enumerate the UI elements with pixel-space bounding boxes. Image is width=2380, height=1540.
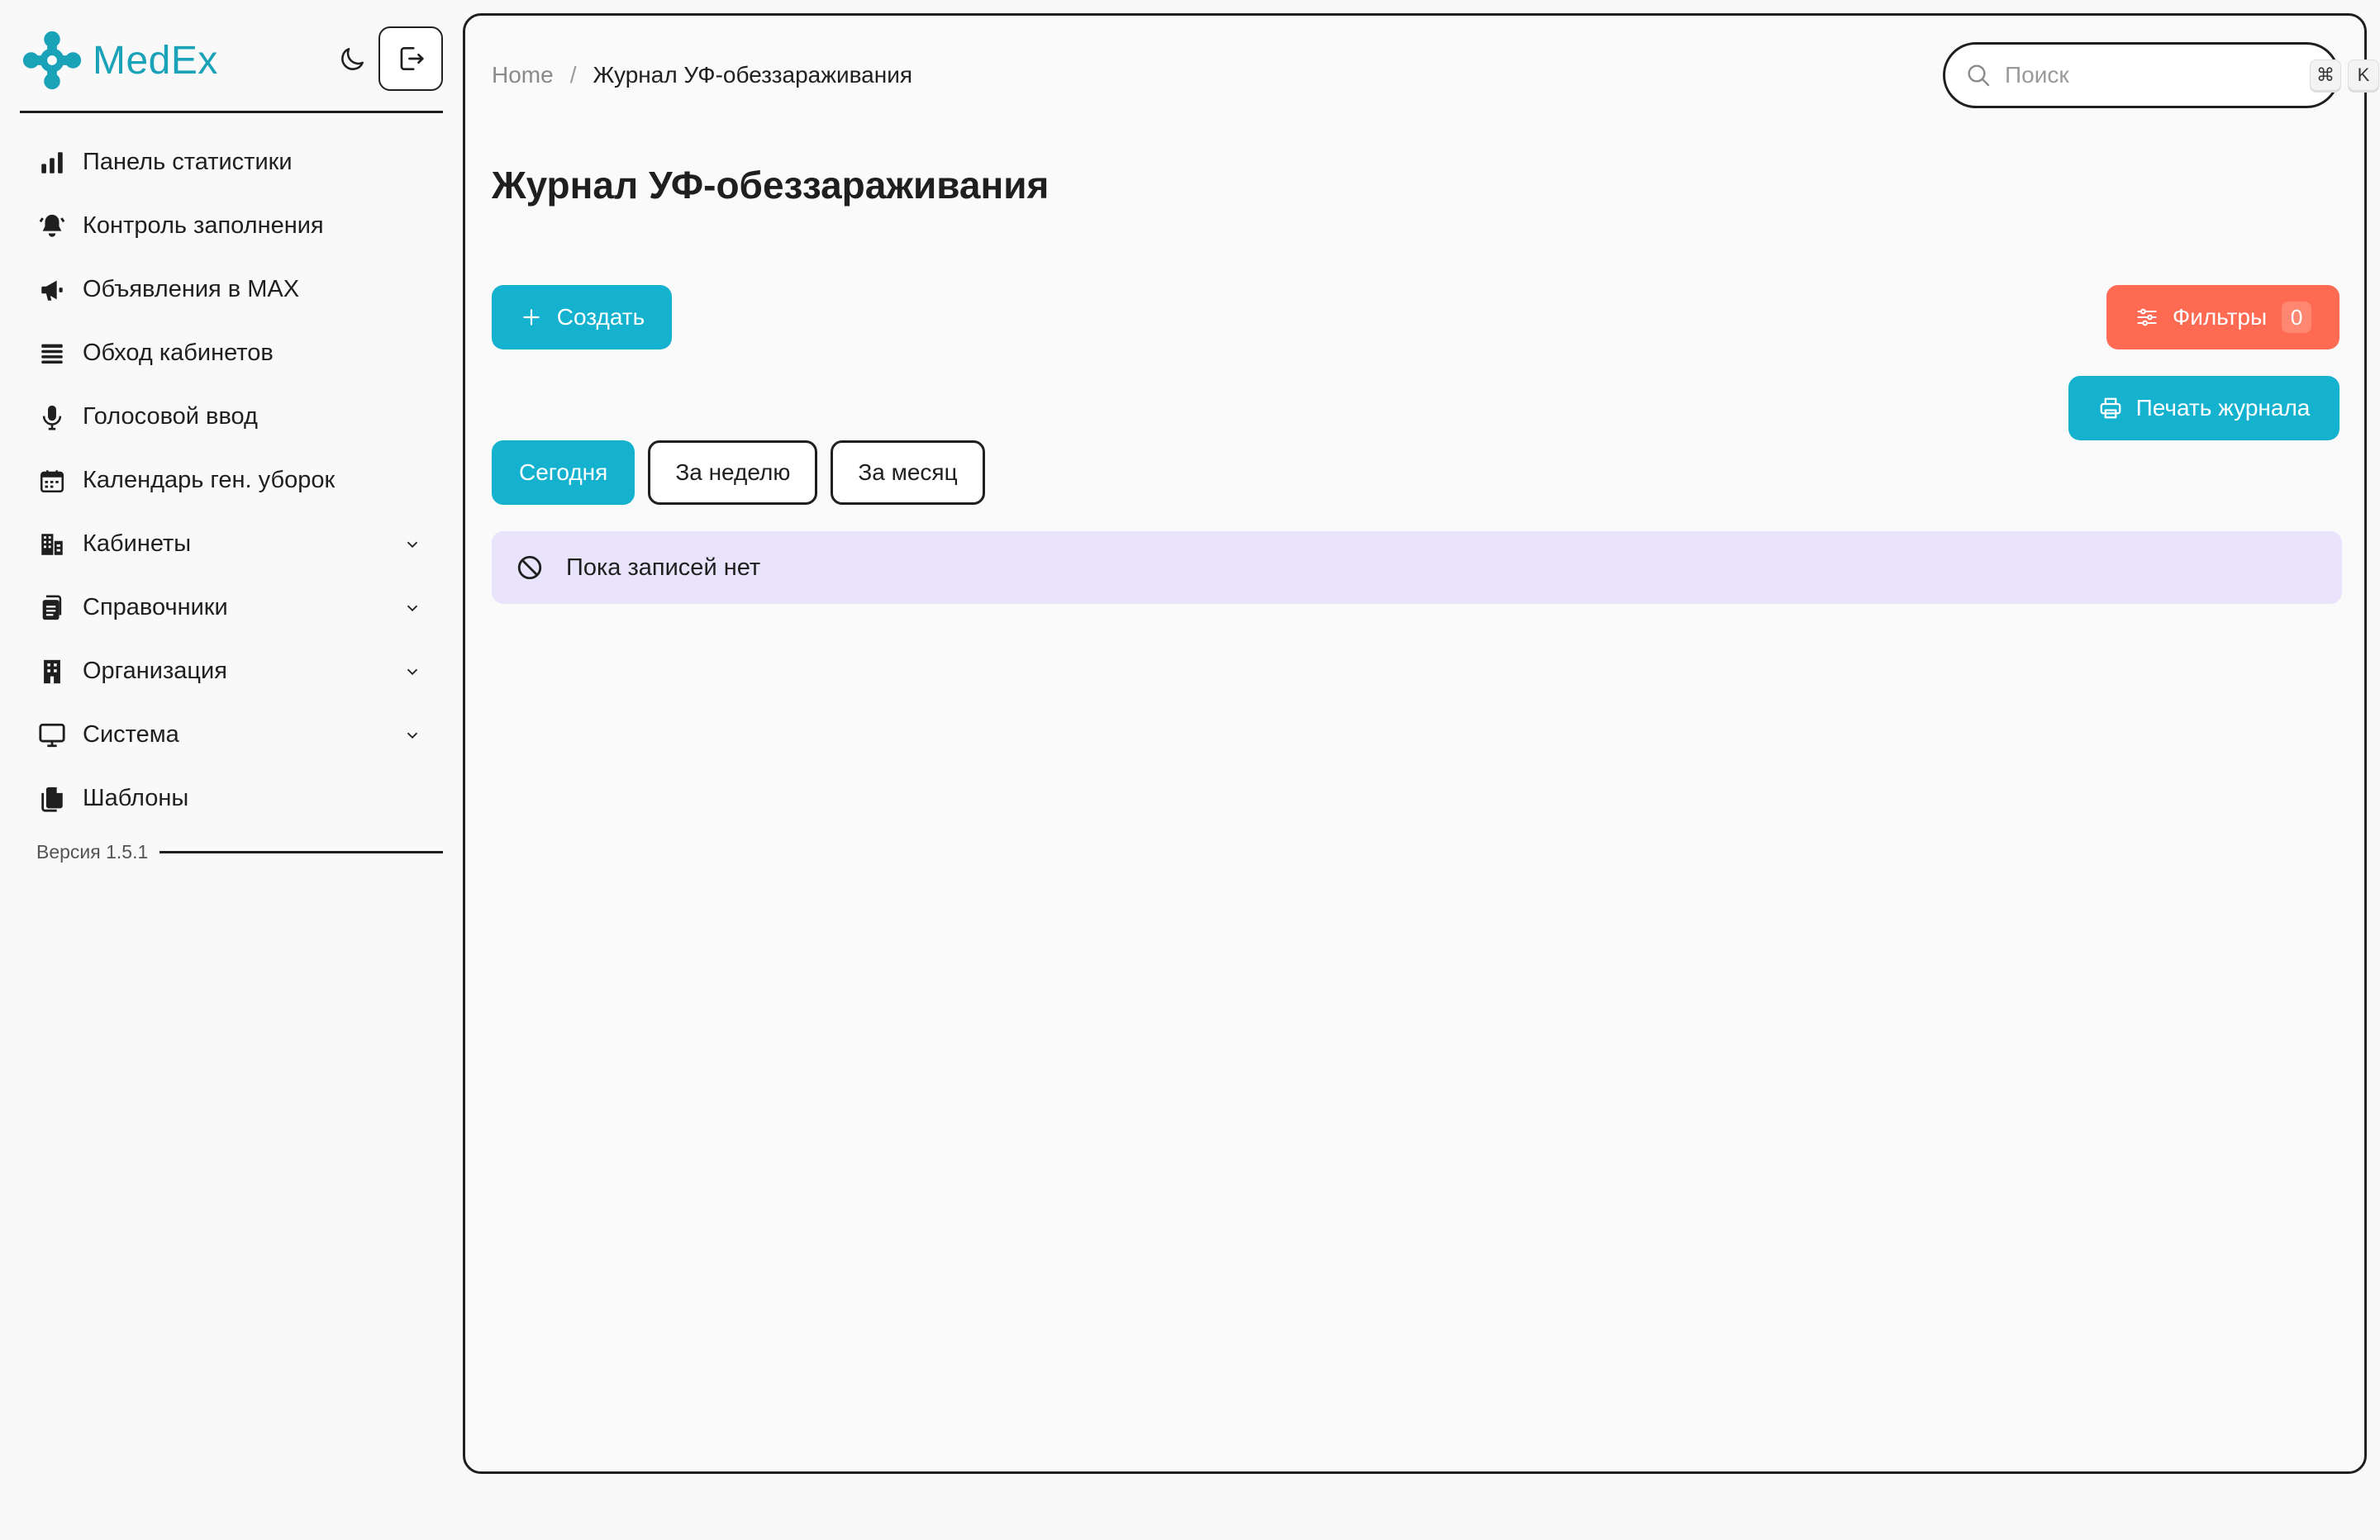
sidebar-item-label: Контроль заполнения [83,212,324,239]
calendar-icon [36,465,68,497]
empty-state-alert: Пока записей нет [492,531,2342,604]
bell-icon [36,211,68,242]
list-icon [36,338,68,369]
sidebar-item-label: Шаблоны [83,785,189,811]
version-row: Версия 1.5.1 [36,841,443,863]
tab-today[interactable]: Сегодня [492,440,635,505]
sidebar-nav: Панель статистики Контроль заполнения Об… [20,131,443,830]
sidebar-divider [20,111,443,113]
filters-button-label: Фильтры [2172,304,2268,330]
megaphone-icon [36,274,68,306]
main-panel: Home / Журнал УФ-обеззараживания ⌘ K Жур… [463,13,2379,1474]
empty-state-text: Пока записей нет [566,554,761,581]
filters-count-badge: 0 [2282,302,2312,333]
logout-button[interactable] [378,26,443,91]
chevron-down-icon [402,534,423,555]
page-title: Журнал УФ-обеззараживания [492,164,1050,207]
copy-icon [36,783,68,815]
search-icon [1965,61,1992,89]
plus-icon [519,305,544,330]
breadcrumb-home-link[interactable]: Home [492,62,554,88]
sidebar-item-label: Система [83,721,179,748]
sidebar-item-label: Справочники [83,594,228,620]
sidebar-item-label: Голосовой ввод [83,403,258,430]
tab-week[interactable]: За неделю [648,440,818,505]
filters-button[interactable]: Фильтры 0 [2106,285,2340,349]
shortcut-k-key: K [2348,59,2379,91]
sidebar-item-label: Кабинеты [83,530,192,557]
sidebar-item-label: Обход кабинетов [83,340,274,366]
moon-icon [341,48,364,70]
sidebar-item-label: Организация [83,658,227,684]
version-label: Версия 1.5.1 [36,841,149,863]
sidebar-item-organization[interactable]: Организация [20,639,443,703]
sidebar-item-voice-input[interactable]: Голосовой ввод [20,385,443,449]
sidebar-item-statistics[interactable]: Панель статистики [20,131,443,194]
sidebar-item-rooms[interactable]: Кабинеты [20,512,443,576]
office-icon [36,656,68,687]
clipboard-icon [36,592,68,624]
building-icon [36,529,68,560]
microphone-icon [36,402,68,433]
chevron-down-icon [402,725,423,746]
sidebar: MedEx Панель статистики Контроль заполне… [0,0,463,1540]
sidebar-item-fill-control[interactable]: Контроль заполнения [20,194,443,258]
medex-logo-icon [22,31,82,90]
create-button-label: Создать [556,304,645,330]
version-divider [159,851,443,853]
sidebar-item-label: Объявления в MAX [83,276,300,302]
breadcrumb-current: Журнал УФ-обеззараживания [593,62,913,88]
brand-name: MedEx [93,38,218,83]
ban-icon [515,553,545,582]
sidebar-item-references[interactable]: Справочники [20,576,443,639]
sidebar-item-system[interactable]: Система [20,703,443,767]
printer-icon [2098,396,2123,421]
logout-icon [400,46,424,71]
print-journal-button[interactable]: Печать журнала [2068,376,2340,440]
create-button[interactable]: Создать [492,285,672,349]
search-input[interactable] [2005,62,2303,88]
monitor-icon [36,720,68,751]
sidebar-item-room-round[interactable]: Обход кабинетов [20,321,443,385]
search-box[interactable]: ⌘ K [1943,42,2379,108]
print-journal-label: Печать журнала [2135,395,2311,421]
sidebar-item-cleaning-calendar[interactable]: Календарь ген. уборок [20,449,443,512]
bar-chart-icon [36,147,68,178]
sidebar-item-announcements[interactable]: Объявления в MAX [20,258,443,321]
sidebar-item-templates[interactable]: Шаблоны [20,767,443,830]
theme-toggle-button[interactable] [331,38,374,81]
chevron-down-icon [402,661,423,682]
chevron-down-icon [402,597,423,619]
shortcut-mod-key: ⌘ [2310,59,2341,91]
breadcrumb: Home / Журнал УФ-обеззараживания [492,62,912,88]
sidebar-item-label: Календарь ген. уборок [83,467,336,493]
breadcrumb-separator: / [569,62,577,88]
sidebar-item-label: Панель статистики [83,149,293,175]
period-tabs: Сегодня За неделю За месяц [492,440,998,505]
tab-month[interactable]: За месяц [831,440,985,505]
sliders-icon [2135,305,2159,330]
